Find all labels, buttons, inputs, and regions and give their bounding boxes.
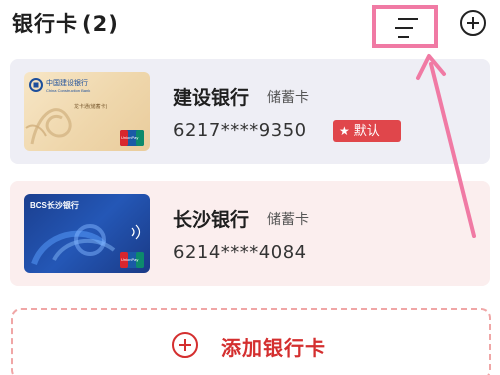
svg-text:UnionPay: UnionPay [121,257,138,262]
menu-button[interactable] [372,5,438,48]
bcs-logo-text: BCS长沙银行 [30,200,79,210]
menu-lines-icon [395,18,418,38]
card-type: 储蓄卡 [267,90,309,106]
bank-card-item-bcs[interactable]: BCS长沙银行 UnionPay 长沙银行 储蓄卡 6214****4084 [10,181,490,286]
ccb-logo-en: China Construction Bank [46,88,90,93]
svg-text:UnionPay: UnionPay [121,135,138,140]
star-icon: ★ [339,124,350,138]
add-bank-card-button[interactable]: 添加银行卡 [11,308,491,375]
page-title-text: 银行卡 [12,12,78,36]
ccb-logo-text: 中国建设银行 [46,78,88,87]
card-type: 储蓄卡 [267,212,309,228]
ccb-product: 龙卡通(储蓄卡) [74,103,108,110]
plus-circle-icon[interactable] [459,9,487,37]
plus-circle-icon [172,332,198,358]
bank-card-item-ccb[interactable]: 中国建设银行 China Construction Bank 龙卡通(储蓄卡) … [10,59,490,164]
bank-name: 长沙银行 [173,209,250,231]
default-badge: ★ 默认 [333,120,401,142]
bank-cards-page: 银行卡 (2) 中国建设银行 China Construction Bank 龙卡… [0,0,500,375]
card-number: 6214****4084 [173,242,307,263]
page-title: 银行卡 (2) [12,8,119,38]
header: 银行卡 (2) [0,0,500,48]
card-image-bcs: BCS长沙银行 UnionPay [24,194,150,273]
add-bank-card-label: 添加银行卡 [221,336,326,360]
default-badge-label: 默认 [353,124,380,139]
card-count: (2) [82,12,119,36]
bank-name: 建设银行 [173,87,250,109]
card-number: 6217****9350 [173,120,307,141]
card-image-ccb: 中国建设银行 China Construction Bank 龙卡通(储蓄卡) … [24,72,150,151]
